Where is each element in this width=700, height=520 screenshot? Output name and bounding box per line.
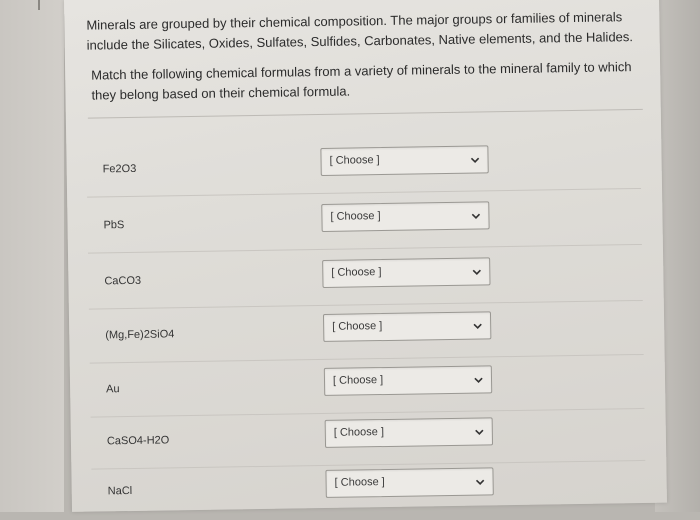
formula-label: CaSO4-H2O bbox=[106, 434, 170, 448]
select-value: [ Choose ] bbox=[332, 374, 384, 387]
formula-label: PbS bbox=[103, 219, 125, 232]
formula-label: (Mg,Fe)2SiO4 bbox=[105, 328, 175, 342]
gutter-mark bbox=[38, 0, 40, 10]
family-select[interactable]: [ Choose ] bbox=[322, 257, 491, 288]
family-select[interactable]: [ Choose ] bbox=[321, 201, 490, 232]
select-value: [ Choose ] bbox=[329, 154, 380, 167]
left-gutter bbox=[0, 0, 64, 512]
match-row: Fe2O3 [ Choose ] bbox=[87, 137, 642, 198]
chevron-down-icon bbox=[474, 377, 483, 383]
formula-label: CaCO3 bbox=[104, 274, 142, 288]
family-select[interactable]: [ Choose ] bbox=[323, 365, 493, 396]
family-select[interactable]: [ Choose ] bbox=[324, 417, 494, 448]
family-select[interactable]: [ Choose ] bbox=[320, 145, 489, 176]
formula-label: Au bbox=[106, 383, 120, 396]
chevron-down-icon bbox=[473, 323, 482, 329]
match-row: PbS [ Choose ] bbox=[87, 193, 642, 254]
chevron-down-icon bbox=[471, 213, 481, 220]
match-row: NaCl [ Choose ] bbox=[95, 459, 646, 520]
match-row: CaCO3 [ Choose ] bbox=[88, 249, 643, 310]
header-divider bbox=[87, 108, 643, 119]
select-value: [ Choose ] bbox=[330, 210, 381, 223]
question-intro: Minerals are grouped by their chemical c… bbox=[86, 9, 634, 53]
question-instruction: Match the following chemical formulas fr… bbox=[91, 59, 632, 103]
select-value: [ Choose ] bbox=[333, 426, 385, 439]
formula-label: NaCl bbox=[107, 484, 133, 498]
select-value: [ Choose ] bbox=[334, 476, 385, 489]
match-row: Au [ Choose ] bbox=[90, 357, 645, 418]
chevron-down-icon bbox=[470, 157, 480, 164]
question-card: Minerals are grouped by their chemical c… bbox=[64, 0, 667, 512]
family-select[interactable]: [ Choose ] bbox=[322, 311, 492, 342]
select-value: [ Choose ] bbox=[331, 266, 382, 279]
formula-label: Fe2O3 bbox=[102, 162, 137, 176]
chevron-down-icon bbox=[475, 429, 484, 435]
match-row: (Mg,Fe)2SiO4 [ Choose ] bbox=[89, 303, 644, 364]
chevron-down-icon bbox=[472, 269, 481, 275]
chevron-down-icon bbox=[475, 479, 485, 485]
select-value: [ Choose ] bbox=[332, 320, 383, 333]
family-select[interactable]: [ Choose ] bbox=[325, 467, 494, 498]
